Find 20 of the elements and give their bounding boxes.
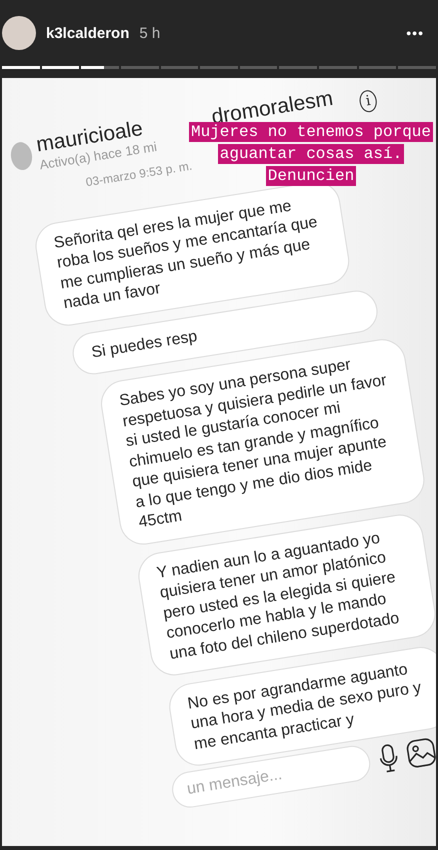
username[interactable]: k3lcalderon — [46, 24, 130, 42]
caption-text: Mujeres no tenemos porque — [188, 122, 434, 142]
progress-segment — [279, 66, 318, 69]
progress-segment — [240, 66, 278, 69]
more-button[interactable]: ••• — [406, 25, 424, 41]
progress-segment — [160, 66, 198, 69]
progress-segment — [2, 66, 40, 69]
caption-text: aguantar cosas así. — [218, 144, 404, 164]
progress-segment — [319, 66, 357, 69]
post-time: 5 h — [139, 24, 160, 42]
progress-segment — [120, 66, 159, 69]
avatar[interactable] — [2, 16, 36, 50]
microphone-icon[interactable] — [378, 743, 400, 774]
image-icon[interactable] — [405, 737, 436, 770]
info-button[interactable]: i — [358, 88, 378, 113]
progress-segment — [200, 66, 238, 69]
progress-segment — [42, 66, 80, 69]
caption-text: Denuncien — [266, 166, 356, 186]
progress-segment — [358, 66, 396, 69]
progress-segment — [398, 66, 436, 69]
